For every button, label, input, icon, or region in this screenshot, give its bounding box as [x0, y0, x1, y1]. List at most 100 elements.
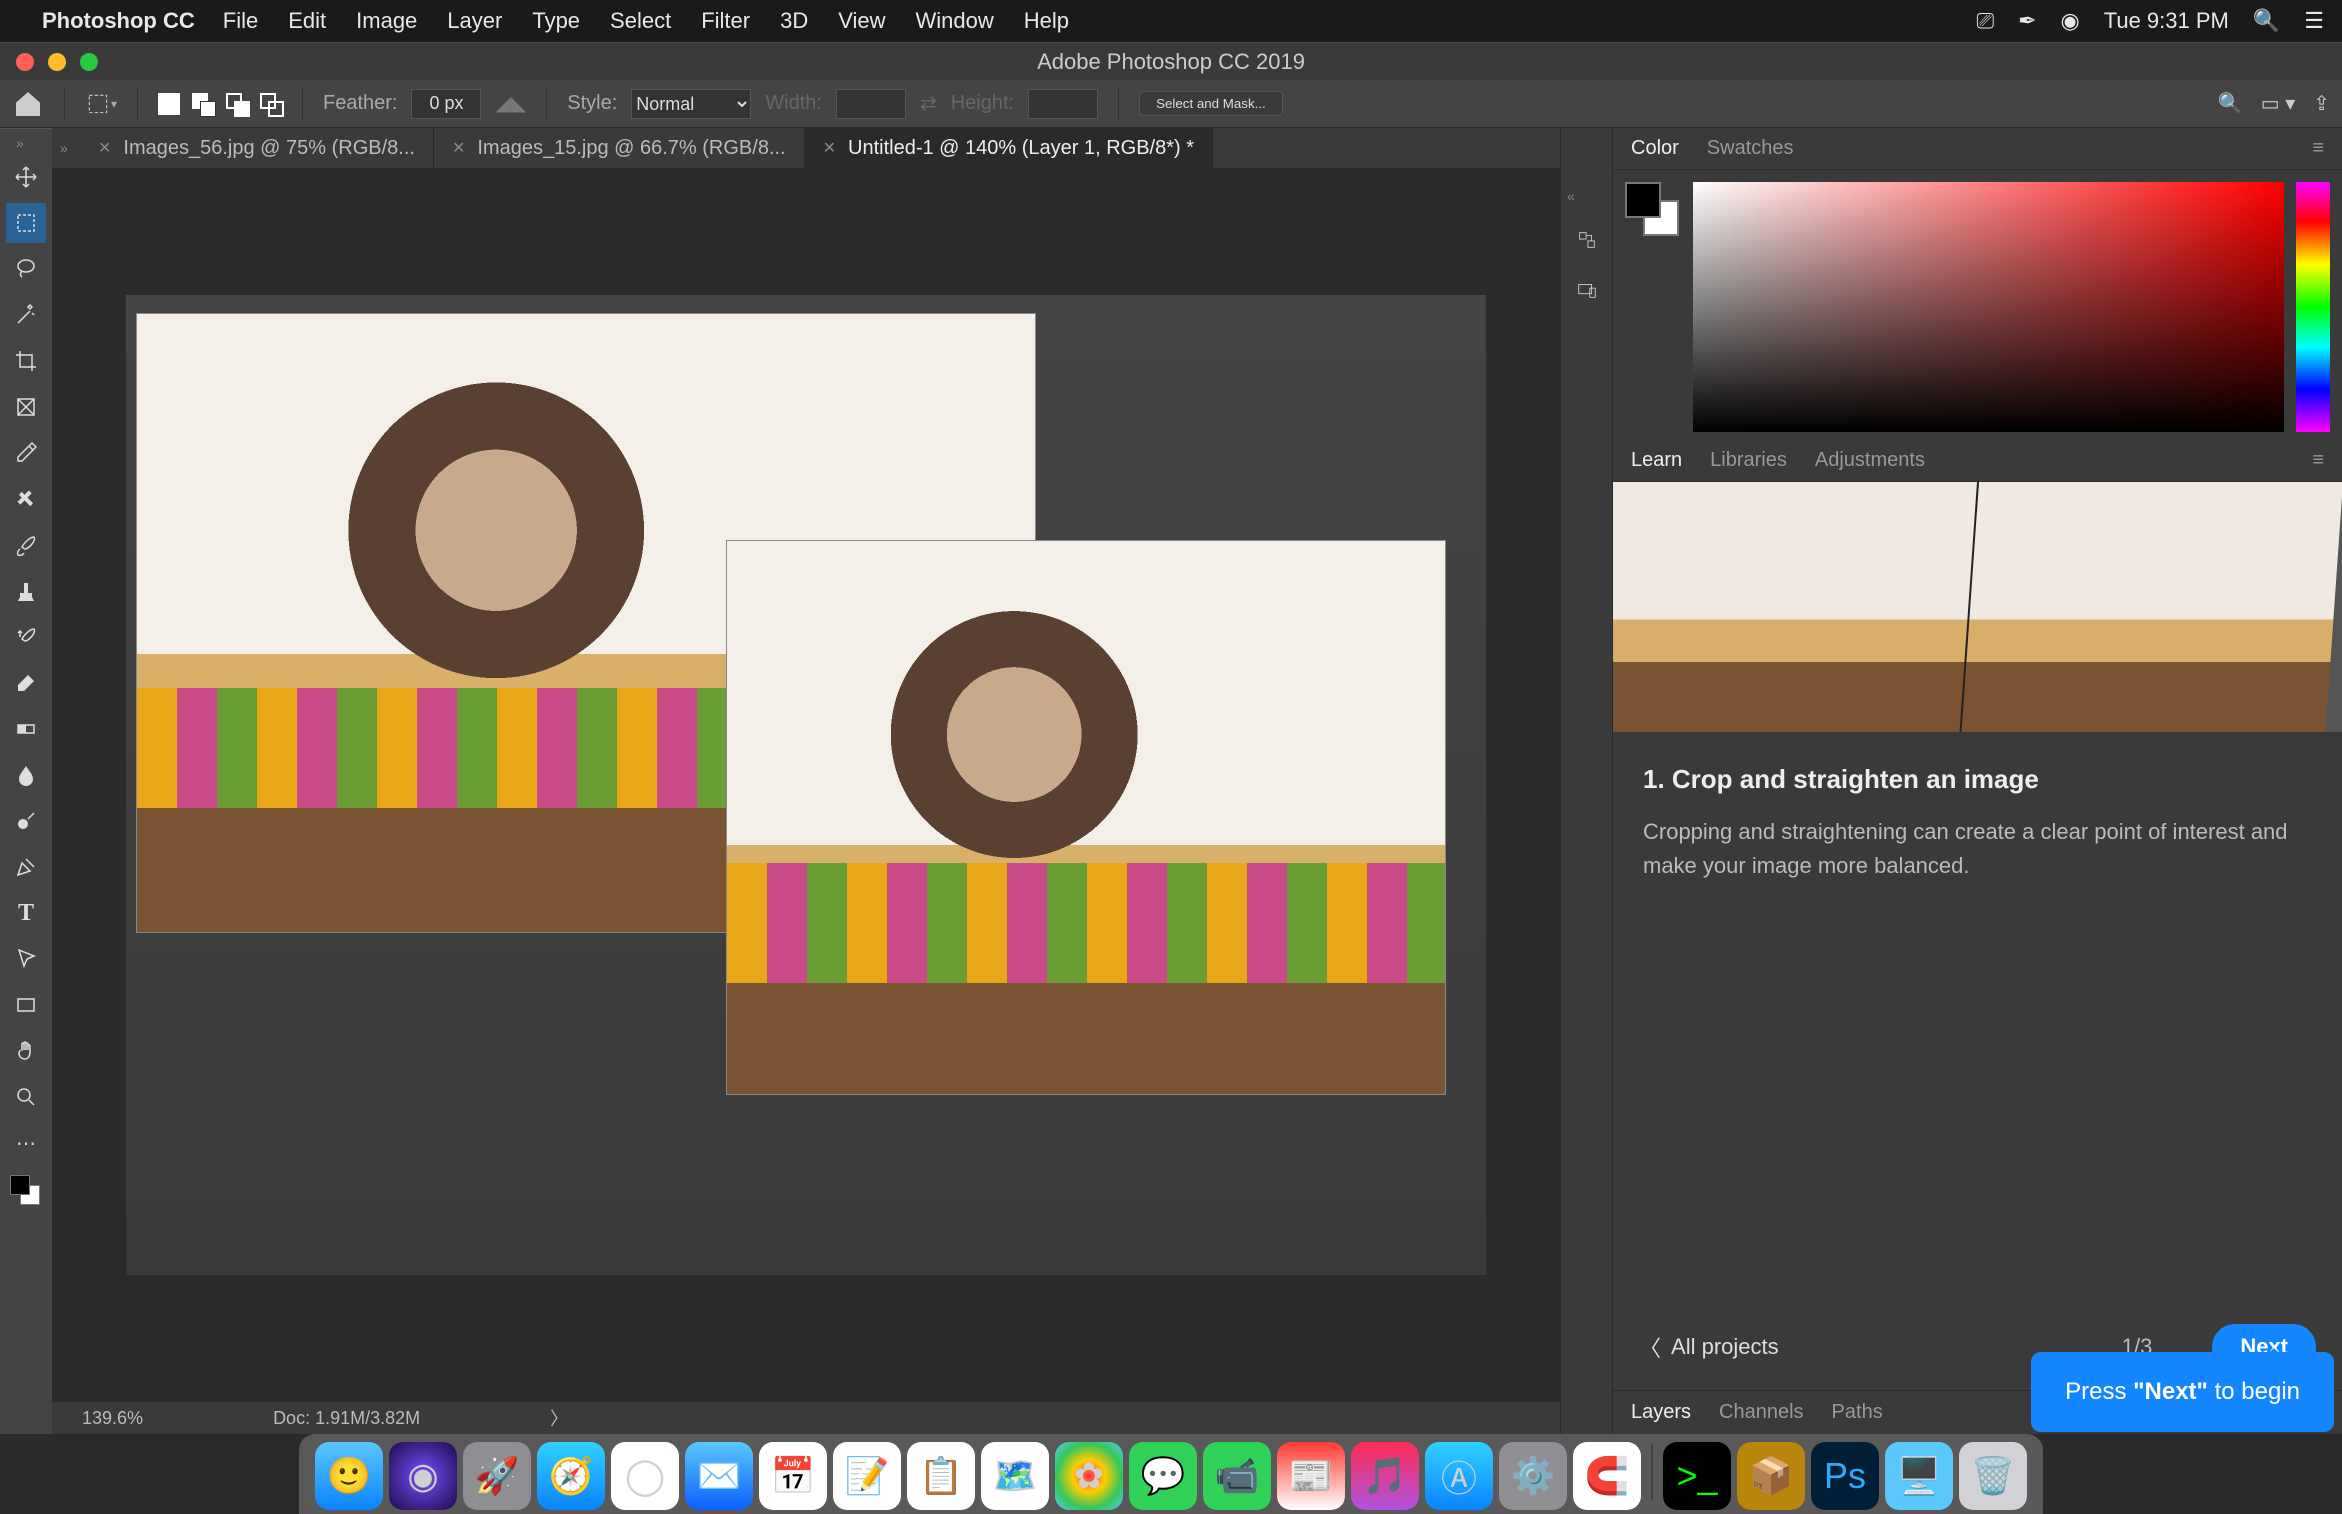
rectangular-marquee-tool[interactable] — [6, 203, 46, 243]
dock-news[interactable]: 📰 — [1277, 1442, 1345, 1510]
eraser-tool[interactable] — [6, 663, 46, 703]
marquee-preset-icon[interactable]: ▾ — [85, 88, 117, 120]
dock-photoshop[interactable]: Ps — [1811, 1442, 1879, 1510]
tab-adjustments[interactable]: Adjustments — [1815, 449, 1925, 472]
subtract-selection-icon[interactable] — [226, 93, 248, 115]
tools-expand-icon[interactable]: » — [16, 135, 36, 151]
app-name[interactable]: Photoshop CC — [42, 8, 195, 34]
brush-tool[interactable] — [6, 525, 46, 565]
dock-siri[interactable]: ◉ — [389, 1442, 457, 1510]
zoom-level[interactable]: 139.6% — [82, 1408, 143, 1429]
hand-tool[interactable] — [6, 1031, 46, 1071]
dock-safari[interactable]: 🧭 — [537, 1442, 605, 1510]
add-selection-icon[interactable] — [192, 93, 214, 115]
fg-bg-color[interactable] — [1625, 182, 1681, 428]
lasso-tool[interactable] — [6, 249, 46, 289]
dock-appstore[interactable]: Ⓐ — [1425, 1442, 1493, 1510]
tab-layers[interactable]: Layers — [1631, 1401, 1691, 1424]
dock-maps[interactable]: 🗺️ — [981, 1442, 1049, 1510]
status-chevron-icon[interactable]: 〉 — [550, 1405, 568, 1431]
ink-icon[interactable]: ✒ — [2018, 8, 2036, 34]
dock-chevron-icon[interactable]: « — [1567, 188, 1587, 204]
close-tab-icon[interactable]: ✕ — [452, 138, 465, 158]
zoom-window-button[interactable] — [80, 53, 98, 71]
zoom-tool[interactable] — [6, 1077, 46, 1117]
dock-messages[interactable]: 💬 — [1129, 1442, 1197, 1510]
frame-tool[interactable] — [6, 387, 46, 427]
dock-settings[interactable]: ⚙️ — [1499, 1442, 1567, 1510]
menu-image[interactable]: Image — [356, 8, 417, 34]
dock-photos[interactable]: ✿ — [1055, 1442, 1123, 1510]
dock-trash[interactable]: 🗑️ — [1959, 1442, 2027, 1510]
list-icon[interactable]: ☰ — [2304, 8, 2324, 34]
pen-tool[interactable] — [6, 847, 46, 887]
device-preview-icon[interactable] — [1573, 276, 1601, 304]
panel-menu-icon[interactable]: ≡ — [2312, 137, 2324, 160]
view-mode-icon[interactable]: ▭ ▾ — [2261, 91, 2296, 116]
dock-notes[interactable]: 📝 — [833, 1442, 901, 1510]
tab-learn[interactable]: Learn — [1631, 449, 1682, 472]
feather-input[interactable] — [411, 89, 481, 119]
canvas[interactable] — [126, 295, 1486, 1275]
gradient-tool[interactable] — [6, 709, 46, 749]
search-icon[interactable]: 🔍 — [2218, 91, 2243, 116]
dock-calendar[interactable]: 📅 — [759, 1442, 827, 1510]
home-icon[interactable] — [12, 88, 44, 120]
dock-chrome[interactable]: ◯ — [611, 1442, 679, 1510]
doc-tab-1[interactable]: ✕Images_15.jpg @ 66.7% (RGB/8... — [434, 128, 805, 168]
select-and-mask-button[interactable]: Select and Mask... — [1139, 91, 1283, 116]
spotlight-icon[interactable]: 🔍 — [2253, 8, 2280, 34]
healing-brush-tool[interactable] — [6, 479, 46, 519]
blur-tool[interactable] — [6, 755, 46, 795]
edit-toolbar-icon[interactable]: ⋯ — [6, 1123, 46, 1163]
dock-facetime[interactable]: 📹 — [1203, 1442, 1271, 1510]
type-tool[interactable]: T — [6, 893, 46, 933]
close-window-button[interactable] — [16, 53, 34, 71]
layer-image-2[interactable] — [726, 540, 1446, 1095]
doc-tab-2[interactable]: ✕Untitled-1 @ 140% (Layer 1, RGB/8*) * — [805, 128, 1213, 168]
eyedropper-tool[interactable] — [6, 433, 46, 473]
tab-libraries[interactable]: Libraries — [1710, 449, 1787, 472]
new-selection-icon[interactable] — [158, 93, 180, 115]
menu-edit[interactable]: Edit — [288, 8, 326, 34]
fg-bg-swatch[interactable] — [6, 1169, 46, 1213]
color-field[interactable] — [1693, 182, 2284, 432]
panel-menu-icon[interactable]: ≡ — [2312, 449, 2324, 472]
airplay-icon[interactable]: ⎚ — [1976, 8, 1994, 34]
tab-channels[interactable]: Channels — [1719, 1401, 1804, 1424]
hue-slider[interactable] — [2296, 182, 2330, 432]
rectangle-tool[interactable] — [6, 985, 46, 1025]
move-tool[interactable] — [6, 157, 46, 197]
tab-paths[interactable]: Paths — [1832, 1401, 1883, 1424]
tab-color[interactable]: Color — [1631, 137, 1679, 160]
dock-itunes[interactable]: 🎵 — [1351, 1442, 1419, 1510]
dock-mail[interactable]: ✉️ — [685, 1442, 753, 1510]
history-panel-icon[interactable] — [1573, 226, 1601, 254]
dock-finder[interactable]: 🙂 — [315, 1442, 383, 1510]
intersect-selection-icon[interactable] — [260, 93, 282, 115]
dock-launchpad[interactable]: 🚀 — [463, 1442, 531, 1510]
menu-window[interactable]: Window — [916, 8, 994, 34]
close-tab-icon[interactable]: ✕ — [98, 138, 111, 158]
menu-filter[interactable]: Filter — [701, 8, 750, 34]
menu-help[interactable]: Help — [1024, 8, 1069, 34]
menu-3d[interactable]: 3D — [780, 8, 808, 34]
menu-type[interactable]: Type — [532, 8, 580, 34]
antialias-icon[interactable]: ◢◣ — [495, 91, 526, 116]
menubar-clock[interactable]: Tue 9:31 PM — [2104, 8, 2229, 34]
share-icon[interactable]: ⇪ — [2313, 91, 2330, 116]
menu-layer[interactable]: Layer — [447, 8, 502, 34]
learn-back-button[interactable]: 〈 All projects — [1639, 1331, 1779, 1363]
style-select[interactable]: Normal — [631, 89, 751, 119]
tabs-chevron-icon[interactable]: » — [60, 128, 80, 168]
menu-view[interactable]: View — [838, 8, 885, 34]
tab-swatches[interactable]: Swatches — [1707, 137, 1794, 160]
dock-screens[interactable]: 🖥️ — [1885, 1442, 1953, 1510]
creative-cloud-icon[interactable]: ◉ — [2061, 8, 2080, 34]
dock-magnet[interactable]: 🧲 — [1573, 1442, 1641, 1510]
menu-file[interactable]: File — [223, 8, 258, 34]
canvas-viewport[interactable] — [52, 168, 1560, 1402]
dock-terminal[interactable]: >_ — [1663, 1442, 1731, 1510]
doc-size[interactable]: Doc: 1.91M/3.82M — [273, 1408, 420, 1429]
path-selection-tool[interactable] — [6, 939, 46, 979]
